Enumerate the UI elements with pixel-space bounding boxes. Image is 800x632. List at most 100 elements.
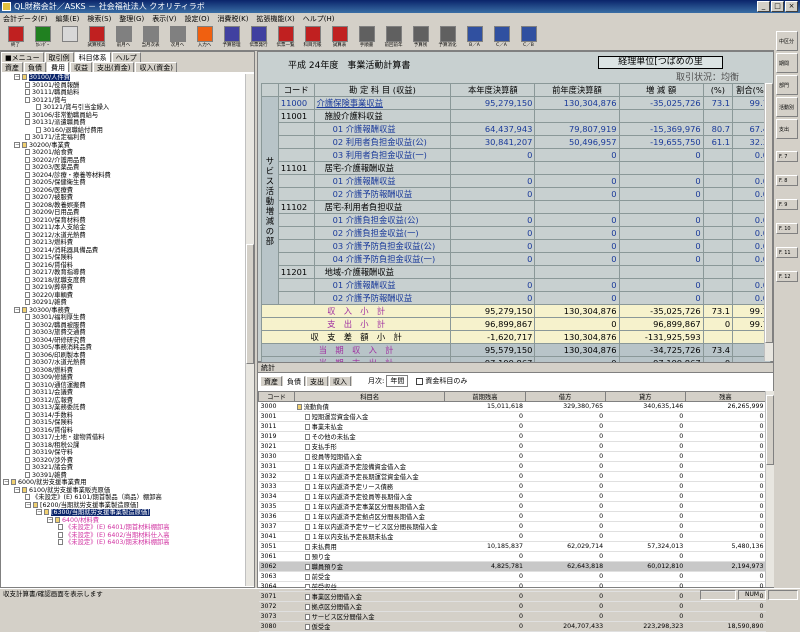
toolbar-button[interactable]: 当月次表: [138, 26, 163, 50]
toolbar-button[interactable]: 次月へ: [165, 26, 190, 50]
statement-row[interactable]: 02 利用者負担金収益(公) 30,841,207 50,496,957 -19,65…: [262, 135, 771, 149]
toolbar-button[interactable]: 終了: [3, 26, 28, 50]
tree-scrollbar-thumb[interactable]: [246, 244, 254, 364]
side-function-button[interactable]: 中区分: [776, 31, 798, 51]
toolbar-button[interactable]: 伝票発行: [246, 26, 271, 50]
stats-row[interactable]: 3021 支払手形 0 0 0 0: [258, 441, 766, 452]
tree-node[interactable]: 30218/就職支度費: [3, 276, 245, 285]
tree-node[interactable]: 30306/印刷製本費: [3, 351, 245, 360]
tree-node[interactable]: 30111/職員給料: [3, 89, 245, 97]
stats-row[interactable]: 3030 役員等短期借入金 0 0 0 0: [258, 451, 766, 462]
left-tab[interactable]: ヘルプ: [111, 52, 141, 62]
statement-row[interactable]: 02 介護負担金収益(一) 0 0 0 0.0: [262, 226, 771, 240]
tree-node[interactable]: 30209/日用品費: [3, 209, 245, 217]
tree-node[interactable]: 30219/葬祭費: [3, 284, 245, 292]
tree-node[interactable]: 30212/水道光熱費: [3, 231, 245, 240]
tree-node[interactable]: 30320/渉外費: [3, 456, 245, 465]
tree-node[interactable]: 30217/教育指導費: [3, 269, 245, 277]
stats-row[interactable]: 3062 職員預り金 4,825,781 62,643,818 60,012,810 2,…: [258, 561, 766, 572]
tree-node[interactable]: － 6100/就労支援事業販売原価: [3, 486, 245, 495]
statement-row[interactable]: 03 利用者負担金収益(一) 0 0 0 0.0: [262, 148, 771, 162]
side-function-button[interactable]: F. 9: [776, 199, 798, 210]
stats-row[interactable]: 3041 １年以内支払予定長期未払金 0 0 0 0: [258, 531, 766, 542]
tree-expander[interactable]: －: [3, 479, 9, 485]
tree-expander[interactable]: －: [47, 516, 53, 523]
tree-node[interactable]: － 6400/材料費: [3, 516, 245, 525]
maximize-button[interactable]: □: [771, 1, 784, 12]
toolbar-button[interactable]: 予算管理: [219, 26, 244, 50]
stats-tab[interactable]: 負債: [283, 376, 305, 386]
side-function-button[interactable]: F. 8: [776, 175, 798, 186]
stats-scrollbar-thumb[interactable]: [766, 395, 774, 465]
fund-only-checkbox[interactable]: [416, 377, 424, 385]
tree-node[interactable]: 30317/土地・建物賃借料: [3, 434, 245, 442]
stats-row[interactable]: 3019 その他の未払金 0 0 0 0: [258, 431, 766, 442]
tree-expander[interactable]: －: [14, 141, 20, 148]
left-subtab[interactable]: 収入(資金): [135, 62, 177, 72]
stats-row[interactable]: 3032 １年以内返済予定長期運営資金借入金 0 0 0 0: [258, 471, 766, 482]
menu-item[interactable]: 消費税(K): [217, 13, 248, 25]
stats-tab[interactable]: 資産: [260, 376, 282, 386]
tree-node[interactable]: 30319/保守料: [3, 449, 245, 457]
tree-node[interactable]: 30302/職員被服費: [3, 321, 245, 330]
side-function-button[interactable]: 支出: [776, 119, 798, 139]
account-tree[interactable]: － 30100/人件費 30101/役員報酬 30111/職員給料 30121/賞与 30…: [3, 74, 245, 584]
tree-node[interactable]: 30208/教養娯楽費: [3, 201, 245, 210]
statement-row[interactable]: 01 介護報酬収益 64,437,943 79,807,919 -15,369,976…: [262, 122, 771, 136]
side-function-button[interactable]: F. 11: [776, 247, 798, 258]
left-tab[interactable]: 取引例: [44, 52, 74, 62]
tree-node[interactable]: 30301/福利厚生費: [3, 314, 245, 322]
tree-node[interactable]: 30314/手数料: [3, 411, 245, 420]
tree-node[interactable]: 30201/給食費: [3, 149, 245, 157]
left-subtab[interactable]: 支出(資金): [93, 62, 135, 72]
stats-row[interactable]: 3073 サービス区分間借入金 0 0 0 0: [258, 611, 766, 622]
tree-node[interactable]: 30391/雑費: [3, 471, 245, 480]
statement-row[interactable]: 01 介護負担金収益(公) 0 0 0 0.0: [262, 213, 771, 227]
tree-node[interactable]: 30121/賞与: [3, 96, 245, 105]
tree-node[interactable]: 30160/退職給付費用: [3, 126, 245, 135]
tree-node[interactable]: 30311/会議費: [3, 389, 245, 397]
tree-node[interactable]: 30214/消耗器具備品費: [3, 246, 245, 255]
menu-item[interactable]: 拡張機能(X): [257, 13, 295, 25]
side-function-button[interactable]: 活動別: [776, 97, 798, 117]
side-function-button[interactable]: 期間: [776, 53, 798, 73]
toolbar-button[interactable]: 前月へ: [111, 26, 136, 50]
toolbar-button[interactable]: 入力へ: [192, 26, 217, 50]
stats-row[interactable]: 3033 １年以内返済予定リース債務 0 0 0 0: [258, 481, 766, 492]
statement-row[interactable]: 01 介護報酬収益 0 0 0 0.0: [262, 278, 771, 292]
toolbar-button[interactable]: C／A: [489, 26, 514, 50]
side-function-button[interactable]: F. 12: [776, 271, 798, 282]
tree-node[interactable]: 30210/保育材料費: [3, 216, 245, 225]
tree-node[interactable]: － 30300/事務費: [3, 306, 245, 315]
tree-node[interactable]: 30305/事務消耗品費: [3, 344, 245, 352]
tree-node[interactable]: － 30100/人件費: [3, 74, 245, 82]
tree-node[interactable]: 30207/被服費: [3, 194, 245, 202]
menu-item[interactable]: 会計データ(F): [3, 13, 48, 25]
stats-tab[interactable]: 収入: [329, 376, 351, 386]
stats-row[interactable]: 3080 仮受金 0 204,707,433 223,298,323 18,590,890: [258, 621, 766, 632]
toolbar-button[interactable]: 前回前年: [381, 26, 406, 50]
stats-row[interactable]: 3037 １年以内返済予定サービス区分間長期借入金 0 0 0 0: [258, 521, 766, 532]
tree-node[interactable]: 30313/業務委託費: [3, 404, 245, 412]
stats-tab[interactable]: 支出: [306, 376, 328, 386]
tree-expander[interactable]: －: [25, 501, 31, 508]
close-button[interactable]: ×: [785, 1, 798, 12]
stats-row[interactable]: 3001 短期運営資金借入金 0 0 0 0: [258, 411, 766, 422]
statement-row[interactable]: 01 介護報酬収益 0 0 0 0.0: [262, 174, 771, 188]
tree-node[interactable]: － 6000/就労支援事業費用: [3, 479, 245, 487]
tree-node[interactable]: 30216/賃借料: [3, 261, 245, 270]
toolbar-button[interactable]: 科目元帳: [300, 26, 325, 50]
stats-row[interactable]: 3035 １年以内返済予定事業区分間長期借入金 0 0 0 0: [258, 501, 766, 512]
accounting-unit-field[interactable]: 経理単位[つばめの里: [598, 56, 723, 69]
tree-expander[interactable]: －: [36, 509, 42, 515]
toolbar-button[interactable]: ｶﾚﾝﾀﾞｰ: [30, 26, 55, 50]
toolbar-button[interactable]: B／A: [462, 26, 487, 50]
period-select[interactable]: 年間: [386, 375, 409, 387]
menu-item[interactable]: 整理(G): [119, 13, 144, 25]
tree-node[interactable]: 30220/車輌費: [3, 291, 245, 300]
tree-node[interactable]: 30318/租税公課: [3, 441, 245, 450]
tree-node[interactable]: 30312/広報費: [3, 396, 245, 405]
tree-node[interactable]: 30213/燃料費: [3, 239, 245, 247]
left-subtab[interactable]: 負債: [24, 62, 46, 72]
stats-row[interactable]: 3061 預り金 0 0 0 0: [258, 551, 766, 562]
